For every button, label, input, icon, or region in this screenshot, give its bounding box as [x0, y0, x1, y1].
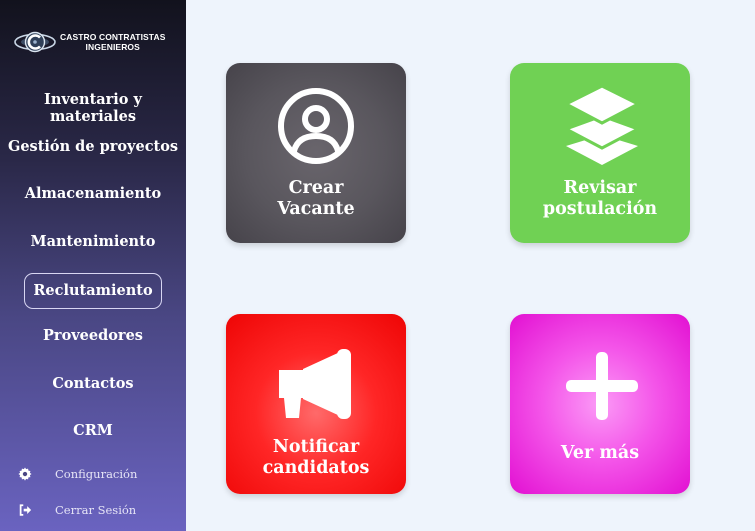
create-vacancy-line2: Vacante [277, 199, 355, 219]
sidebar-item-contactos[interactable]: Contactos [0, 375, 186, 392]
notify-candidates-line2: candidatos [262, 458, 370, 478]
plus-icon [566, 352, 638, 420]
sidebar-item-mantenimiento[interactable]: Mantenimiento [0, 233, 186, 250]
notify-candidates-line1: Notificar [272, 437, 360, 457]
review-application-card[interactable]: Revisar postulación [510, 63, 690, 243]
brand-name: CASTRO CONTRATISTAS INGENIEROS [60, 32, 165, 52]
create-vacancy-line1: Crear [288, 178, 344, 198]
sidebar-item-almacenamiento[interactable]: Almacenamiento [0, 185, 186, 202]
megaphone-icon [279, 349, 351, 419]
sign-out-icon [19, 504, 32, 516]
create-vacancy-label: Crear Vacante [226, 178, 406, 220]
review-application-line1: Revisar [563, 178, 637, 198]
brand-logo[interactable]: CASTRO CONTRATISTAS INGENIEROS [14, 28, 165, 56]
gear-icon [18, 467, 32, 481]
review-application-line2: postulación [542, 199, 658, 219]
sidebar-item-reclutamiento[interactable]: Reclutamiento [24, 273, 162, 309]
user-circle-icon [278, 88, 354, 164]
logout-label: Cerrar Sesión [55, 503, 137, 517]
see-more-label: Ver más [560, 443, 640, 463]
settings-label: Configuración [55, 467, 138, 481]
create-vacancy-card[interactable]: Crear Vacante [226, 63, 406, 243]
logo-eye-icon [14, 31, 56, 53]
settings-link[interactable]: Configuración [18, 467, 137, 481]
notify-candidates-label: Notificar candidatos [226, 437, 406, 479]
sidebar-item-gestion-proyectos[interactable]: Gestión de proyectos [0, 138, 186, 155]
sidebar-item-inventario[interactable]: Inventario y materiales [0, 91, 186, 125]
review-application-label: Revisar postulación [510, 178, 690, 220]
sidebar-item-proveedores[interactable]: Proveedores [0, 327, 186, 344]
brand-name-line2: INGENIEROS [85, 42, 140, 52]
brand-name-line1: CASTRO CONTRATISTAS [60, 32, 166, 42]
layers-icon [562, 85, 642, 165]
see-more-card[interactable]: Ver más [510, 314, 690, 494]
sidebar-item-crm[interactable]: CRM [0, 422, 186, 439]
sidebar: CASTRO CONTRATISTAS INGENIEROS Inventari… [0, 0, 186, 531]
notify-candidates-card[interactable]: Notificar candidatos [226, 314, 406, 494]
logout-link[interactable]: Cerrar Sesión [18, 503, 136, 517]
